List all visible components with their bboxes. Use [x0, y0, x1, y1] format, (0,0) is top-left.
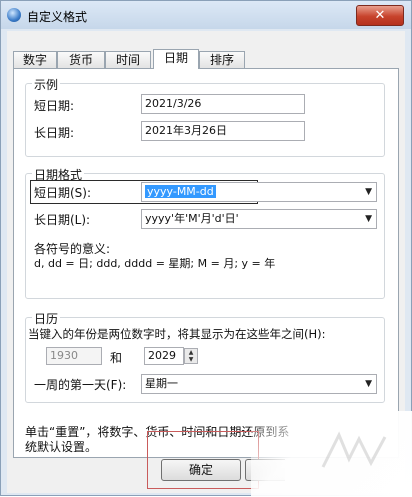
watermark-logo-icon — [321, 431, 387, 468]
year-spinner[interactable]: ▲ ▼ — [184, 348, 198, 364]
first-day-value[interactable]: 星期一 — [145, 377, 178, 390]
window-title: 自定义格式 — [27, 10, 88, 24]
chevron-down-icon[interactable]: ▼ — [365, 183, 372, 201]
short-date-label: 短日期(S): — [34, 186, 92, 200]
and-label: 和 — [110, 351, 123, 365]
date-tab-panel: 示例 短日期: 2021/3/26 长日期: 2021年3月26日 日期格式 短… — [13, 68, 399, 458]
long-date-value[interactable]: yyyy'年'M'月'd'日' — [145, 212, 239, 225]
tab-number[interactable]: 数字 — [13, 51, 57, 68]
tab-date[interactable]: 日期 — [153, 49, 199, 69]
year-to-field[interactable]: 2029 — [144, 347, 184, 365]
example-group: 示例 短日期: 2021/3/26 长日期: 2021年3月26日 — [25, 76, 385, 157]
tab-currency[interactable]: 货币 — [57, 51, 105, 68]
tab-sort[interactable]: 排序 — [199, 51, 245, 68]
calendar-group: 日历 当键入的年份是两位数字时，将其显示为在这些年之间(H): 1930 和 2… — [25, 310, 385, 403]
short-date-value[interactable]: yyyy-MM-dd — [145, 185, 216, 198]
example-group-label: 示例 — [32, 76, 61, 93]
first-day-combo[interactable]: 星期一 ▼ — [141, 374, 377, 394]
symbol-meaning-text: d, dd = 日; ddd, dddd = 星期; M = 月; y = 年 — [34, 257, 276, 270]
chevron-down-icon[interactable]: ▼ — [365, 210, 372, 228]
date-format-group: 日期格式 短日期(S): yyyy-MM-dd ▼ 长日期(L): yyyy'年… — [25, 166, 385, 299]
close-button[interactable]: ✕ — [356, 5, 404, 26]
long-date-label: 长日期(L): — [34, 213, 91, 227]
arrow-up-icon[interactable]: ▲ — [185, 349, 197, 356]
chevron-down-icon[interactable]: ▼ — [365, 375, 372, 393]
title-bar[interactable]: 自定义格式 ✕ — [1, 1, 411, 29]
reset-description-line2: 统默认设置。 — [25, 440, 98, 454]
tab-time[interactable]: 时间 — [105, 51, 151, 68]
year-from-field: 1930 — [46, 347, 102, 365]
two-digit-year-text: 当键入的年份是两位数字时，将其显示为在这些年之间(H): — [28, 327, 326, 341]
ok-button[interactable]: 确定 — [161, 459, 241, 481]
globe-icon — [7, 8, 21, 22]
example-short-date: 2021/3/26 — [141, 94, 305, 114]
example-long-date: 2021年3月26日 — [141, 121, 305, 141]
long-date-combo[interactable]: yyyy'年'M'月'd'日' ▼ — [141, 209, 377, 229]
example-short-label: 短日期: — [34, 99, 75, 113]
first-day-label: 一周的第一天(F): — [34, 378, 127, 392]
short-date-combo[interactable]: yyyy-MM-dd ▼ — [141, 182, 377, 202]
custom-format-dialog: 自定义格式 ✕ 数字 货币 时间 日期 排序 示例 短日期: 2021/3/26… — [0, 0, 412, 497]
example-long-label: 长日期: — [34, 126, 75, 140]
arrow-down-icon[interactable]: ▼ — [185, 356, 197, 363]
calendar-group-label: 日历 — [32, 310, 61, 327]
